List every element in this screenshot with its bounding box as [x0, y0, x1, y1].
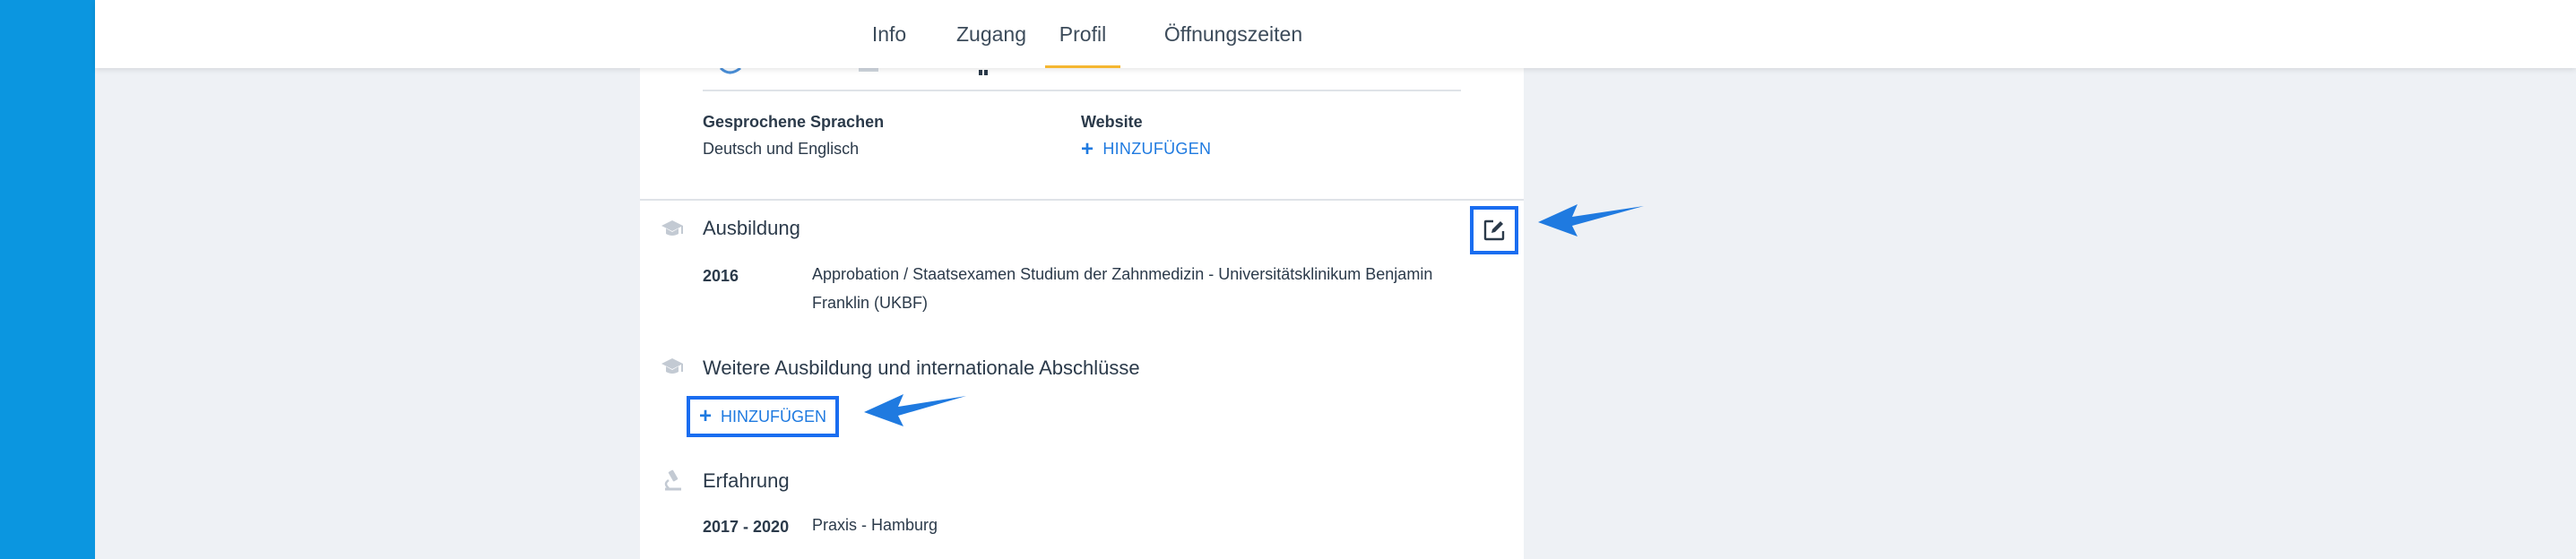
- add-further-education-button[interactable]: + HINZUFÜGEN: [687, 396, 839, 437]
- education-text-line1: Approbation / Staatsexamen Studium der Z…: [812, 265, 1433, 283]
- education-title: Ausbildung: [703, 217, 800, 239]
- graduation-cap-icon: [661, 220, 683, 236]
- website-add-link[interactable]: + HINZUFÜGEN: [1081, 136, 1212, 161]
- divider: [703, 90, 1461, 91]
- partial-icons-row: [719, 68, 988, 75]
- edit-education-button[interactable]: [1470, 206, 1518, 254]
- education-text-line2: Franklin (UKBF): [812, 294, 929, 312]
- experience-text: Praxis - Hamburg: [812, 516, 938, 534]
- plus-icon: +: [698, 404, 712, 428]
- microscope-icon: [664, 469, 681, 491]
- website-label: Website: [1081, 113, 1143, 131]
- tab-zugang[interactable]: Zugang: [948, 0, 1034, 68]
- top-navigation: Info Zugang Profil Öffnungszeiten: [95, 0, 2576, 68]
- languages-label: Gesprochene Sprachen: [703, 113, 885, 131]
- profile-panel: Gesprochene Sprachen Deutsch und Englisc…: [640, 68, 1524, 559]
- tab-info[interactable]: Info: [864, 0, 914, 68]
- plus-icon: +: [1081, 136, 1094, 161]
- arrow-pointer-icon: [1538, 204, 1644, 236]
- website-add-label: HINZUFÜGEN: [1102, 140, 1212, 158]
- edit-icon: [1483, 219, 1505, 241]
- app-sidebar: [0, 0, 95, 559]
- section-divider: [640, 199, 1524, 201]
- languages-value: Deutsch und Englisch: [703, 140, 860, 158]
- experience-years: 2017 - 2020: [703, 518, 790, 536]
- arrow-pointer-icon: [864, 394, 966, 426]
- tab-profil[interactable]: Profil: [1045, 0, 1120, 68]
- graduation-cap-icon: [661, 358, 683, 374]
- tab-oeffnungszeiten[interactable]: Öffnungszeiten: [1144, 0, 1323, 68]
- education-year: 2016: [703, 267, 739, 285]
- further-education-title: Weitere Ausbildung und internationale Ab…: [703, 357, 1140, 379]
- add-further-education-label: HINZUFÜGEN: [721, 407, 826, 426]
- experience-title: Erfahrung: [703, 469, 790, 492]
